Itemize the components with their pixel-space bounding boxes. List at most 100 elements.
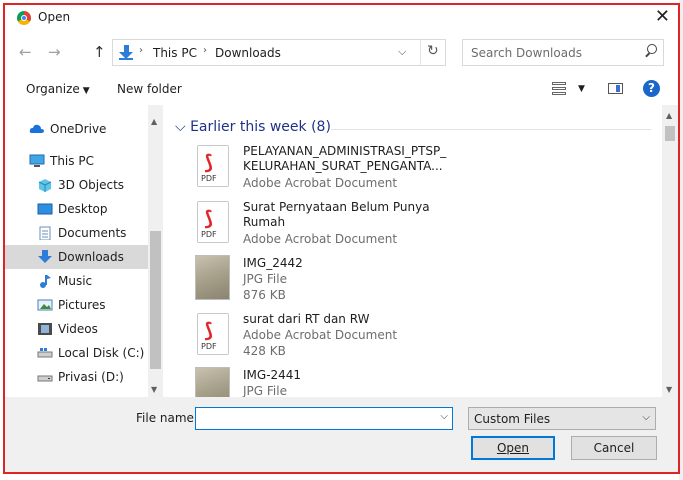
sidebar-item-label: Downloads [58, 250, 124, 264]
sidebar-item-music[interactable]: Music [5, 269, 148, 293]
file-size: 876 KB [243, 288, 286, 302]
pdf-icon: ⟆ PDF [197, 201, 229, 243]
breadcrumb-this-pc[interactable]: This PC [153, 46, 197, 60]
chevron-down-icon[interactable]: ⌵ [440, 411, 448, 422]
chevron-down-icon[interactable]: ⌵ [398, 45, 406, 59]
file-name-line2: KELURAHAN_SURAT_PENGANTA... [243, 159, 443, 173]
chevron-down-icon[interactable]: ⌵ [642, 412, 650, 423]
videos-icon [38, 323, 52, 335]
file-type: JPG File [243, 384, 287, 397]
file-name: IMG_2442 [243, 256, 303, 270]
group-divider [331, 129, 651, 130]
file-item[interactable]: ⟆ PDF Surat Pernyataan Belum Punya Rumah A… [163, 199, 653, 255]
scroll-down-icon[interactable]: ▼ [151, 385, 157, 394]
file-list-scrollbar[interactable]: ▲ ▼ [662, 105, 678, 397]
file-name-line1: Surat Pernyataan Belum Punya [243, 200, 430, 214]
sidebar-item-label: Videos [58, 322, 98, 336]
group-header[interactable]: ⌵ Earlier this week (8) [175, 119, 331, 135]
dialog-title: Open [38, 10, 71, 24]
address-bar[interactable]: › This PC › Downloads ⌵ ↻ [112, 39, 446, 66]
chevron-down-icon: ⌵ [175, 119, 186, 135]
file-name-line1: PELAYANAN_ADMINISTRASI_PTSP_ [243, 144, 447, 158]
image-thumbnail [195, 367, 230, 397]
search-placeholder[interactable]: Search Downloads [471, 46, 582, 60]
sidebar-item-onedrive[interactable]: OneDrive [5, 117, 148, 141]
pdf-icon-label: PDF [201, 342, 217, 351]
breadcrumb-separator[interactable]: › [139, 45, 143, 56]
file-name: PELAYANAN_ADMINISTRASI_PTSP_ KELURAHAN_SU… [243, 144, 446, 174]
sidebar-item-downloads[interactable]: Downloads [5, 245, 148, 269]
scrollbar-thumb[interactable] [150, 231, 161, 369]
file-name-line2: Rumah [243, 215, 286, 229]
sidebar-item-label: Music [58, 274, 93, 288]
file-name-field[interactable]: ⌵ [195, 407, 453, 430]
scroll-up-icon[interactable]: ▲ [151, 117, 157, 126]
sidebar-item-label: Documents [58, 226, 127, 240]
file-size: 428 KB [243, 344, 286, 358]
sidebar-item-label: 3D Objects [58, 178, 125, 192]
scroll-down-icon[interactable]: ▼ [666, 385, 672, 394]
file-name-label: File name: [136, 411, 198, 425]
sidebar-item-local-disk-c[interactable]: Local Disk (C:) [5, 341, 148, 365]
new-folder-button[interactable]: New folder [117, 82, 182, 96]
organize-button[interactable]: Organize ▼ [26, 82, 90, 96]
preview-pane-icon[interactable] [608, 83, 623, 94]
computer-icon [29, 154, 45, 167]
download-folder-icon [119, 45, 133, 60]
download-icon [38, 250, 52, 263]
sidebar-item-label: This PC [50, 154, 94, 168]
caret-down-icon[interactable]: ▼ [578, 84, 585, 94]
file-list-pane: ⌵ Earlier this week (8) ⟆ PDF PELAYANAN_A… [163, 105, 678, 397]
sidebar-item-documents[interactable]: Documents [5, 221, 148, 245]
file-item[interactable]: ⟆ PDF surat dari RT dan RW Adobe Acrobat … [163, 311, 653, 367]
pdf-icon-label: PDF [201, 230, 217, 239]
navigation-bar: ← → ↑ › This PC › Downloads ⌵ ↻ Search D… [5, 31, 678, 73]
file-name: surat dari RT dan RW [243, 312, 370, 326]
search-input[interactable]: Search Downloads [462, 39, 664, 66]
file-item[interactable]: IMG-2441 JPG File [163, 367, 653, 397]
file-item[interactable]: ⟆ PDF PELAYANAN_ADMINISTRASI_PTSP_ KELURAH… [163, 143, 653, 199]
scroll-up-icon[interactable]: ▲ [666, 111, 672, 120]
file-item[interactable]: IMG_2442 JPG File 876 KB [163, 255, 653, 311]
image-thumbnail [195, 255, 230, 300]
chrome-icon [17, 11, 31, 25]
sidebar-item-label: OneDrive [50, 122, 107, 136]
open-file-dialog: Open ✕ ← → ↑ › This PC › Downloads ⌵ ↻ S… [3, 3, 680, 474]
sidebar-scrollbar[interactable]: ▲ ▼ [148, 105, 163, 397]
cube-icon [38, 179, 52, 192]
open-button[interactable]: Open [471, 436, 555, 460]
drive-icon [37, 348, 53, 358]
sidebar-item-label: Local Disk (C:) [58, 346, 145, 360]
sidebar-item-this-pc[interactable]: This PC [5, 149, 148, 173]
file-type: JPG File [243, 272, 287, 286]
file-name: IMG-2441 [243, 368, 302, 382]
breadcrumb-downloads[interactable]: Downloads [215, 46, 281, 60]
music-icon [40, 275, 51, 288]
document-icon [39, 226, 51, 240]
help-icon[interactable]: ? [643, 80, 660, 97]
refresh-icon[interactable]: ↻ [427, 43, 439, 59]
title-bar: Open ✕ [5, 5, 678, 31]
caret-down-icon: ▼ [82, 86, 90, 96]
file-type-filter[interactable]: Custom Files ⌵ [468, 407, 656, 430]
scrollbar-thumb[interactable] [665, 126, 675, 141]
file-type: Adobe Acrobat Document [243, 232, 398, 246]
search-icon[interactable] [644, 44, 657, 58]
sidebar-item-privasi-d[interactable]: Privasi (D:) [5, 365, 148, 389]
back-arrow-icon[interactable]: ← [19, 43, 32, 61]
close-icon[interactable]: ✕ [655, 6, 670, 27]
forward-arrow-icon[interactable]: → [48, 43, 61, 61]
view-options-icon[interactable] [552, 82, 566, 95]
sidebar-item-pictures[interactable]: Pictures [5, 293, 148, 317]
up-arrow-icon[interactable]: ↑ [93, 43, 106, 61]
sidebar-item-videos[interactable]: Videos [5, 317, 148, 341]
sidebar-item-desktop[interactable]: Desktop [5, 197, 148, 221]
sidebar-item-3d-objects[interactable]: 3D Objects [5, 173, 148, 197]
cancel-button[interactable]: Cancel [571, 436, 657, 460]
pdf-icon: ⟆ PDF [197, 313, 229, 355]
file-type: Adobe Acrobat Document [243, 328, 398, 342]
breadcrumb-separator[interactable]: › [203, 45, 207, 56]
group-header-label: Earlier this week (8) [190, 119, 331, 135]
open-button-label: Open [496, 441, 530, 455]
command-bar: Organize ▼ New folder ▼ ? [5, 73, 678, 105]
